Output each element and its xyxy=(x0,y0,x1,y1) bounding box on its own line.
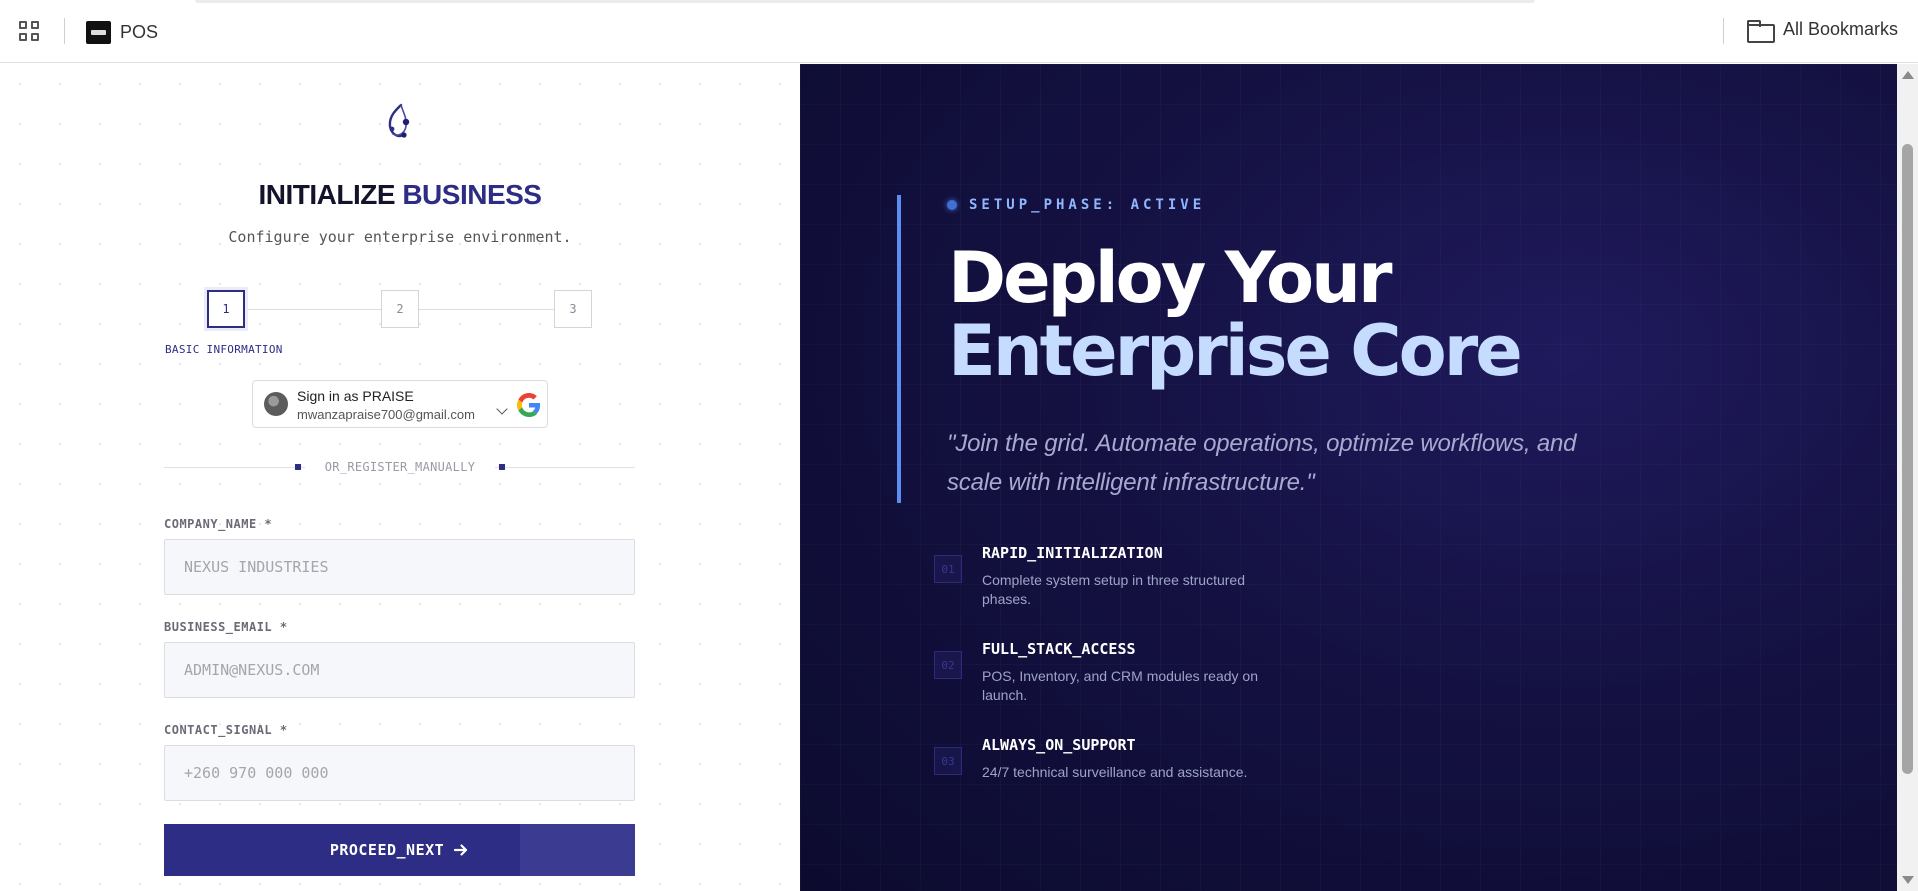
contact-signal-input[interactable] xyxy=(164,745,635,801)
feature-title: ALWAYS_ON_SUPPORT xyxy=(982,736,1136,754)
step-2[interactable]: 2 xyxy=(381,290,419,328)
feature-description: 24/7 technical surveillance and assistan… xyxy=(982,764,1248,780)
proceed-next-content: PROCEED_NEXT xyxy=(164,824,635,876)
google-account-name: Sign in as PRAISE xyxy=(297,388,414,404)
company-name-label: COMPANY_NAME * xyxy=(164,517,273,531)
scroll-down-arrow-icon[interactable] xyxy=(1902,876,1914,884)
setup-phase-status: SETUP_PHASE: ACTIVE xyxy=(947,197,1205,213)
hero-quote: "Join the grid. Automate operations, opt… xyxy=(947,430,1577,496)
feature-description: POS, Inventory, and CRM modules ready on… xyxy=(982,668,1258,703)
hero-headline-line1: Deploy Your xyxy=(948,237,1392,319)
bookmark-pos-label: POS xyxy=(120,21,159,42)
company-name-input[interactable] xyxy=(164,539,635,595)
feature-description: Complete system setup in three structure… xyxy=(982,572,1246,607)
hero-headline: Deploy Your Enterprise Core xyxy=(948,237,1523,392)
divider-text: OR_REGISTER_MANUALLY xyxy=(305,458,495,476)
avatar xyxy=(264,392,288,416)
chevron-down-icon[interactable] xyxy=(496,403,508,415)
address-bar-edge xyxy=(195,0,1535,3)
all-bookmarks-label: All Bookmarks xyxy=(1783,19,1899,39)
page-title: INITIALIZE BUSINESS xyxy=(0,179,800,211)
brand-logo-icon xyxy=(388,103,410,138)
registration-panel: INITIALIZE BUSINESS Configure your enter… xyxy=(0,64,800,891)
feature-title: RAPID_INITIALIZATION xyxy=(982,544,1163,562)
page-title-part1: INITIALIZE xyxy=(258,179,396,210)
google-logo-icon xyxy=(517,393,541,417)
folder-icon xyxy=(1747,20,1775,43)
active-step-label: BASIC INFORMATION xyxy=(165,343,283,356)
proceed-next-label: PROCEED_NEXT xyxy=(329,841,445,859)
scroll-up-arrow-icon[interactable] xyxy=(1902,71,1914,79)
google-account-email: mwanzapraise700@gmail.com xyxy=(297,407,475,422)
bookmark-pos[interactable]: POS xyxy=(86,20,158,44)
divider-marker-left xyxy=(295,464,301,470)
page-subtitle: Configure your enterprise environment. xyxy=(228,228,572,246)
step-1[interactable]: 1 xyxy=(207,290,245,328)
step-3[interactable]: 3 xyxy=(554,290,592,328)
proceed-next-button[interactable]: PROCEED_NEXT xyxy=(164,824,635,876)
hero-accent-bar xyxy=(897,195,901,503)
hero-panel: SETUP_PHASE: ACTIVE Deploy Your Enterpri… xyxy=(800,64,1897,891)
feature-number: 03 xyxy=(934,747,962,775)
page-scrollbar[interactable] xyxy=(1897,64,1918,891)
google-signin-button[interactable]: Sign in as PRAISE mwanzapraise700@gmail.… xyxy=(252,380,548,428)
page-title-part2: BUSINESS xyxy=(402,179,542,210)
bookmarks-separator xyxy=(64,18,65,44)
contact-signal-label: CONTACT_SIGNAL * xyxy=(164,723,288,737)
feature-title: FULL_STACK_ACCESS xyxy=(982,640,1136,658)
apps-grid-icon[interactable] xyxy=(19,21,41,43)
feature-number: 01 xyxy=(934,555,962,583)
bookmarks-bar: POS All Bookmarks xyxy=(0,0,1918,63)
scrollbar-thumb[interactable] xyxy=(1902,144,1913,774)
arrow-right-icon xyxy=(454,844,468,856)
feature-number: 02 xyxy=(934,651,962,679)
business-email-input[interactable] xyxy=(164,642,635,698)
all-bookmarks-button[interactable]: All Bookmarks xyxy=(1747,19,1899,43)
pos-favicon-icon xyxy=(86,20,111,44)
bookmarks-separator-right xyxy=(1723,18,1724,44)
business-email-label: BUSINESS_EMAIL * xyxy=(164,620,288,634)
divider-marker-right xyxy=(499,464,505,470)
setup-phase-text: SETUP_PHASE: ACTIVE xyxy=(969,197,1206,213)
hero-headline-line2: Enterprise Core xyxy=(948,310,1523,392)
status-dot-icon xyxy=(947,200,957,210)
